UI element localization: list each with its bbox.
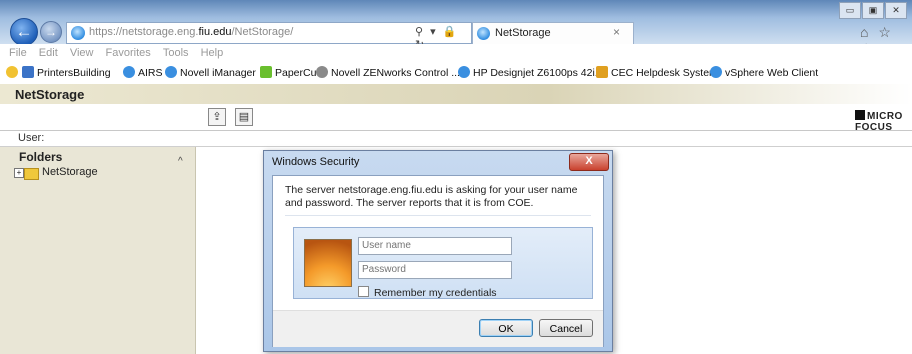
username-field[interactable] (358, 237, 512, 255)
fav-novell-imanager[interactable]: Novell iManager (165, 66, 256, 79)
fav-papercut[interactable]: PaperCut (260, 66, 319, 79)
favorites-star-icon[interactable] (6, 66, 21, 79)
fav-hp-designjet[interactable]: HP Designjet Z6100ps 42i... (458, 66, 604, 79)
properties-icon[interactable]: ▤ (235, 108, 253, 126)
user-avatar (304, 239, 352, 287)
divider (285, 215, 591, 216)
dialog-message: The server netstorage.eng.fiu.edu is ask… (285, 184, 578, 209)
user-label: User: (18, 132, 45, 144)
close-window-button[interactable]: ✕ (885, 2, 907, 19)
remember-label: Remember my credentials (374, 287, 497, 299)
papercut-icon (260, 66, 272, 78)
fav-cec-helpdesk[interactable]: CEC Helpdesk System (596, 66, 718, 79)
remember-checkbox[interactable] (358, 286, 369, 297)
app-title: NetStorage (15, 87, 85, 102)
tree-item-netstorage[interactable]: NetStorage (42, 166, 98, 178)
forward-arrow-icon: → (45, 25, 57, 39)
menu-bar: File Edit View Favorites Tools Help (0, 44, 912, 62)
printer-icon (22, 66, 34, 78)
fav-printersbuilding[interactable]: PrintersBuilding (22, 66, 111, 79)
dialog-close-button[interactable]: X (569, 153, 609, 171)
ie-page-icon (123, 66, 135, 78)
favorites-bar: PrintersBuilding AIRS Novell iManager Pa… (0, 62, 912, 85)
ie-page-icon (165, 66, 177, 78)
ie-page-icon (71, 26, 85, 40)
fav-airs[interactable]: AIRS (123, 66, 163, 79)
windows-security-dialog: Windows Security X The server netstorage… (263, 150, 613, 352)
browser-titlebar: ← → https://netstorage.eng.fiu.edu/NetSt… (0, 0, 912, 57)
app-toolbar: ⇪ ▤ MICRO FOCUS (0, 104, 912, 133)
back-arrow-icon: ← (15, 22, 33, 41)
password-field[interactable] (358, 261, 512, 279)
password-input[interactable] (359, 262, 511, 276)
maximize-button[interactable]: ▣ (862, 2, 884, 19)
ie-page-icon (458, 66, 470, 78)
menu-edit[interactable]: Edit (39, 47, 58, 59)
menu-favorites[interactable]: Favorites (106, 47, 151, 59)
dialog-body: The server netstorage.eng.fiu.edu is ask… (272, 175, 604, 347)
ok-button[interactable]: OK (479, 319, 533, 337)
tab-title: NetStorage (495, 27, 551, 39)
app-header: NetStorage (0, 84, 912, 104)
star-icon (6, 66, 18, 78)
dialog-footer: OK Cancel (273, 310, 603, 347)
zenworks-icon (316, 66, 328, 78)
tree-expand-icon[interactable]: + (14, 168, 24, 178)
tab-close-icon[interactable]: × (613, 25, 620, 39)
dialog-title: Windows Security (272, 156, 360, 168)
forward-button[interactable]: → (40, 21, 62, 43)
scroll-up-icon[interactable]: ^ (178, 156, 183, 167)
username-input[interactable] (359, 238, 511, 252)
folders-sidebar: Folders ^ + NetStorage (0, 147, 196, 354)
tab-netstorage[interactable]: NetStorage × (472, 22, 634, 45)
upload-icon[interactable]: ⇪ (208, 108, 226, 126)
cancel-button[interactable]: Cancel (539, 319, 593, 337)
folder-icon (24, 168, 39, 180)
micro-focus-logo: MICRO FOCUS (855, 110, 903, 133)
ie-tab-icon (477, 27, 490, 40)
remember-credentials[interactable]: Remember my credentials (358, 286, 497, 299)
menu-view[interactable]: View (70, 47, 94, 59)
menu-file[interactable]: File (9, 47, 27, 59)
menu-tools[interactable]: Tools (163, 47, 189, 59)
window-controls: ▭ ▣ ✕ (838, 2, 907, 19)
ie-page-icon (710, 66, 722, 78)
micro-focus-logo-icon (855, 110, 865, 120)
address-bar[interactable]: https://netstorage.eng.fiu.edu/NetStorag… (66, 22, 472, 51)
back-button[interactable]: ← (10, 18, 38, 46)
helpdesk-icon (596, 66, 608, 78)
url-text: https://netstorage.eng.fiu.edu/NetStorag… (89, 26, 294, 38)
fav-novell-zenworks[interactable]: Novell ZENworks Control ... (316, 66, 460, 79)
credential-panel: Remember my credentials (293, 227, 593, 299)
menu-help[interactable]: Help (201, 47, 224, 59)
minimize-button[interactable]: ▭ (839, 2, 861, 19)
fav-vsphere[interactable]: vSphere Web Client (710, 66, 818, 79)
folders-heading: Folders (19, 150, 63, 164)
